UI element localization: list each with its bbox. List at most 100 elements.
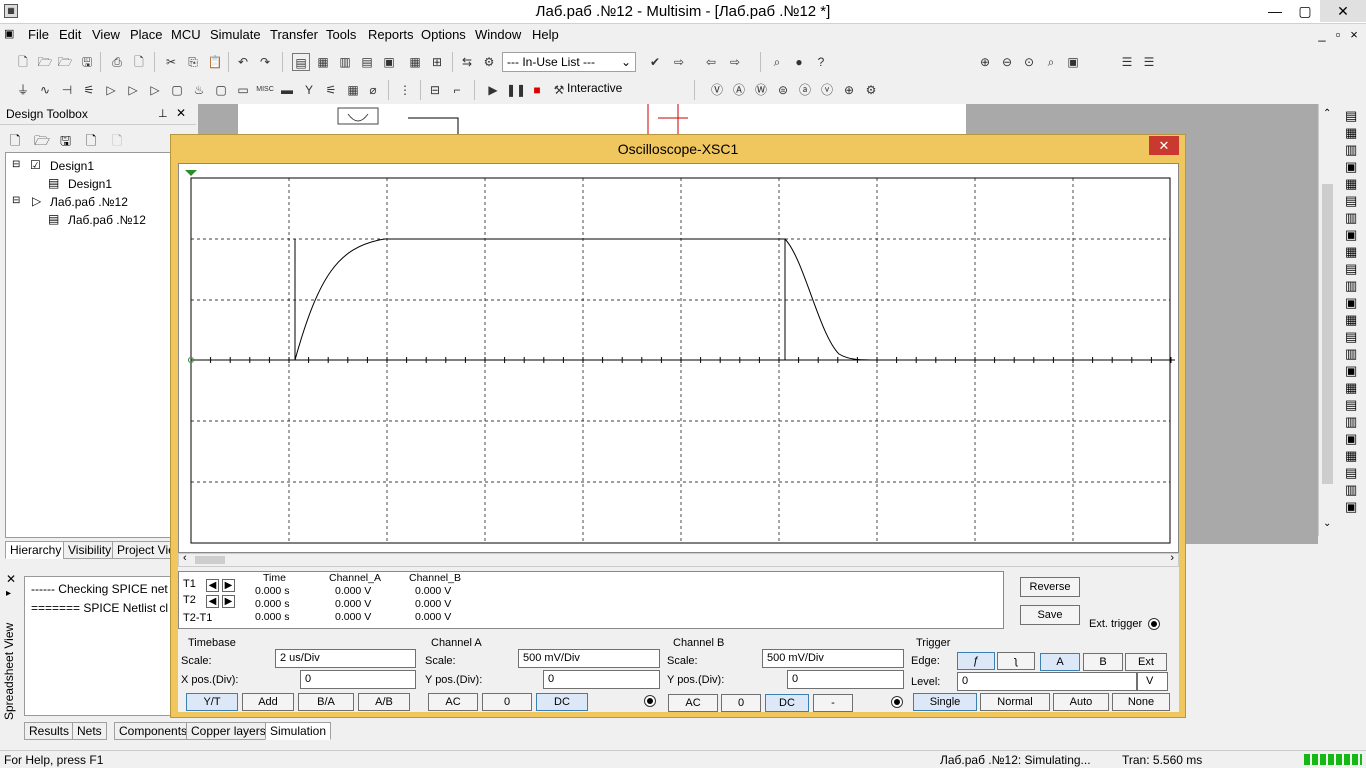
indicator-icon[interactable]: ♨ xyxy=(190,81,208,99)
trigger-none-button[interactable]: None xyxy=(1112,693,1170,711)
ext-trigger-terminal[interactable] xyxy=(1148,618,1160,630)
channel-b-scale-field[interactable]: 500 mV/Div xyxy=(762,649,904,668)
save-icon[interactable]: 🖫 xyxy=(78,53,96,71)
run-icon[interactable]: ▶ xyxy=(484,81,502,99)
transistor-icon[interactable]: ⚟ xyxy=(80,81,98,99)
erc-icon[interactable]: ✔ xyxy=(646,53,664,71)
paste-icon[interactable]: 📋 xyxy=(206,53,224,71)
menu-tools[interactable]: Tools xyxy=(326,27,356,42)
trigger-single-button[interactable]: Single xyxy=(913,693,977,711)
instrument-icon[interactable]: ▤ xyxy=(1345,329,1357,345)
mixed-icon[interactable]: ▢ xyxy=(168,81,186,99)
instrument-icon[interactable]: ▥ xyxy=(1345,210,1357,226)
instrument-icon[interactable]: ▥ xyxy=(1345,278,1357,294)
diode-icon[interactable]: ⊣ xyxy=(58,81,76,99)
channel-b-dc-button[interactable]: DC xyxy=(765,694,809,712)
instrument-icon[interactable]: ▣ xyxy=(1345,159,1357,175)
instrument-icon[interactable]: ▥ xyxy=(1345,142,1357,158)
tab-copper-layers[interactable]: Copper layers xyxy=(186,722,271,740)
stop-icon[interactable]: ■ xyxy=(528,81,546,99)
scope-horizontal-scrollbar[interactable]: ‹ › xyxy=(178,552,1179,567)
postprocessor-icon[interactable]: ▦ xyxy=(406,53,424,71)
settings-icon[interactable]: ⚙ xyxy=(480,53,498,71)
channel-b-terminal[interactable] xyxy=(891,696,903,708)
wire-icon[interactable]: ⌐ xyxy=(448,81,466,99)
maximize-button[interactable]: ▢ xyxy=(1290,0,1320,22)
menu-view[interactable]: View xyxy=(92,27,120,42)
power-icon[interactable]: ▢ xyxy=(212,81,230,99)
save-button[interactable]: Save xyxy=(1020,605,1080,625)
misc-digital-icon[interactable]: ▭ xyxy=(234,81,252,99)
scope-display[interactable] xyxy=(178,163,1179,553)
in-use-list-select[interactable]: --- In-Use List --- ⌄ xyxy=(502,52,636,72)
redo-icon[interactable]: ↷ xyxy=(256,53,274,71)
tab-project-view[interactable]: Project View xyxy=(112,541,172,559)
tab-components[interactable]: Components xyxy=(114,722,193,740)
ba-button[interactable]: B/A xyxy=(298,693,354,711)
interactive-icon[interactable]: ⚒ xyxy=(550,81,568,99)
basic-icon[interactable]: ∿ xyxy=(36,81,54,99)
close-button[interactable]: ✕ xyxy=(1320,0,1366,22)
reverse-button[interactable]: Reverse xyxy=(1020,577,1080,597)
trigger-source-b-button[interactable]: B xyxy=(1083,653,1123,671)
database-icon[interactable]: ▥ xyxy=(336,53,354,71)
t1-right-arrow-icon[interactable]: ▶ xyxy=(222,579,235,592)
oscilloscope-icon[interactable]: ⊜ xyxy=(774,81,792,99)
instrument-icon[interactable]: ▤ xyxy=(1345,261,1357,277)
channel-b-gnd-button[interactable]: 0 xyxy=(721,694,761,712)
counter-icon[interactable]: ⊕ xyxy=(840,81,858,99)
workspace-vertical-scrollbar[interactable]: ⌃ ⌄ xyxy=(1318,104,1336,536)
tree-item-lab12-sheet[interactable]: Лаб.раб .№12 xyxy=(68,213,146,227)
edge-rising-button[interactable]: ƒ xyxy=(957,652,995,670)
grapher-icon[interactable]: ▣ xyxy=(380,53,398,71)
timebase-scale-field[interactable]: 2 us/Div xyxy=(275,649,416,668)
channel-b-ac-button[interactable]: AC xyxy=(668,694,718,712)
instrument-icon[interactable]: ▤ xyxy=(1345,397,1357,413)
new-design-icon[interactable]: 🗋 xyxy=(10,132,20,154)
mdi-minimize-button[interactable]: _ xyxy=(1314,27,1330,42)
list-icon[interactable]: ▤ xyxy=(358,53,376,71)
tree-item-design1[interactable]: Design1 xyxy=(50,159,94,173)
menu-mcu[interactable]: MCU xyxy=(171,27,201,42)
back-annotate-icon[interactable]: ⇦ xyxy=(702,53,720,71)
zoom-area-icon[interactable]: ⊙ xyxy=(1020,53,1038,71)
zoom-sheet-icon[interactable]: ⌕ xyxy=(1042,53,1060,71)
zoom-out-icon[interactable]: ⊖ xyxy=(998,53,1016,71)
find-icon[interactable]: ⌕ xyxy=(768,53,786,71)
oscilloscope-close-button[interactable]: ✕ xyxy=(1149,136,1179,155)
channel-b-minus-button[interactable]: - xyxy=(813,694,853,712)
pause-icon[interactable]: ❚❚ xyxy=(506,81,526,99)
instrument-icon[interactable]: ▣ xyxy=(1345,499,1357,515)
trigger-source-a-button[interactable]: A xyxy=(1040,653,1080,671)
channel-a-scale-field[interactable]: 500 mV/Div xyxy=(518,649,660,668)
interactive-label[interactable]: Interactive xyxy=(567,81,622,95)
misc-icon[interactable]: MISC xyxy=(256,81,274,99)
open-design-icon[interactable]: 🗁 xyxy=(34,132,50,154)
instrument-icon[interactable]: ▦ xyxy=(1345,125,1357,141)
channel-a-gnd-button[interactable]: 0 xyxy=(482,693,532,711)
expand-icon[interactable]: ⊟ xyxy=(12,195,20,206)
forward-annotate-icon[interactable]: ⇨ xyxy=(726,53,744,71)
distribute-icon[interactable]: ☰ xyxy=(1140,53,1158,71)
instrument-icon[interactable]: ▦ xyxy=(1345,448,1357,464)
delete-sheet-icon[interactable]: 🗋 xyxy=(112,132,122,154)
analog-icon[interactable]: ▷ xyxy=(102,81,120,99)
channel-a-terminal[interactable] xyxy=(644,695,656,707)
channel-a-dc-button[interactable]: DC xyxy=(536,693,588,711)
channel-a-ac-button[interactable]: AC xyxy=(428,693,478,711)
cut-icon[interactable]: ✂ xyxy=(162,53,180,71)
menu-help[interactable]: Help xyxy=(532,27,559,42)
doc-icon[interactable]: ▣ xyxy=(4,27,14,40)
instrument-icon[interactable]: ▤ xyxy=(1345,193,1357,209)
instrument-icon[interactable]: ▦ xyxy=(1345,312,1357,328)
menu-edit[interactable]: Edit xyxy=(59,27,81,42)
menu-file[interactable]: File xyxy=(28,27,49,42)
ammeter-icon[interactable]: Ⓐ xyxy=(730,81,748,99)
instrument-icon[interactable]: ▣ xyxy=(1345,227,1357,243)
tab-simulation[interactable]: Simulation xyxy=(265,722,332,740)
menu-place[interactable]: Place xyxy=(130,27,163,42)
bode-icon[interactable]: ⓥ xyxy=(818,81,836,99)
spreadsheet-icon[interactable]: ▦ xyxy=(314,53,332,71)
tree-item-lab12[interactable]: Лаб.раб .№12 xyxy=(50,195,128,209)
trigger-auto-button[interactable]: Auto xyxy=(1053,693,1109,711)
